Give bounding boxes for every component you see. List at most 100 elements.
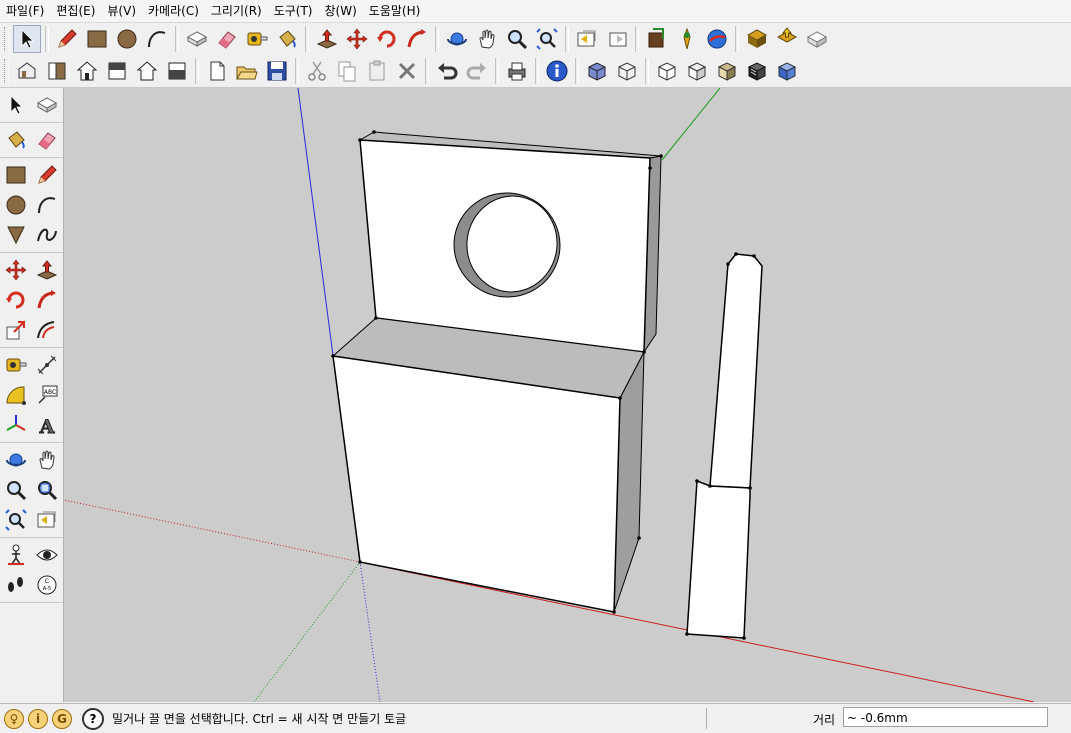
eraser-icon[interactable] [33,125,61,155]
print-icon[interactable] [503,57,531,85]
redo-icon[interactable] [463,57,491,85]
zoom-extents-icon[interactable] [533,25,561,53]
instructor-help-icon[interactable]: ? [82,707,104,730]
rotate-icon[interactable] [373,25,401,53]
3d-text-icon[interactable]: A [33,410,61,440]
menu-item-7[interactable]: 도움말(H) [363,1,427,21]
menu-item-3[interactable]: 카메라(C) [142,1,205,21]
follow-me-icon[interactable] [33,285,61,315]
hidden-line-style-icon[interactable] [653,57,681,85]
scale-icon[interactable] [2,315,30,345]
toolbar-grip[interactable] [4,59,9,83]
monochrome-style-icon[interactable] [743,57,771,85]
tape-measure-icon[interactable] [243,25,271,53]
push-pull-icon[interactable] [33,255,61,285]
follow-me-icon[interactable] [403,25,431,53]
3d-modeling-viewport[interactable] [64,88,1071,702]
toolbar-separator [45,26,49,52]
menu-item-2[interactable]: 뷰(V) [101,1,142,21]
user-account-icon[interactable]: G [52,708,72,729]
front-view-icon[interactable] [73,57,101,85]
axes-icon[interactable] [2,410,30,440]
menu-item-1[interactable]: 편집(E) [50,1,101,21]
measurement-input[interactable]: ~ -0.6mm [843,707,1048,727]
zoom-window-icon[interactable] [33,475,61,505]
delete-x-icon[interactable] [393,57,421,85]
pan-hand-icon[interactable] [473,25,501,53]
paint-bucket-icon[interactable] [273,25,301,53]
zoom-icon[interactable] [2,475,30,505]
right-view-icon[interactable] [103,57,131,85]
make-component-icon[interactable] [183,25,211,53]
shaded-texture-style-icon[interactable] [713,57,741,85]
share-component-icon[interactable] [803,25,831,53]
model-scene[interactable] [64,88,1071,702]
select-arrow-icon[interactable] [2,90,30,120]
move-icon[interactable] [343,25,371,53]
previous-view-icon[interactable] [33,505,61,535]
xray-style-icon[interactable] [583,57,611,85]
undo-icon[interactable] [433,57,461,85]
offset-icon[interactable] [33,315,61,345]
menu-item-6[interactable]: 창(W) [319,1,363,21]
menu-item-0[interactable]: 파일(F) [0,1,50,21]
credits-info-icon[interactable]: i [28,708,48,729]
circle-icon[interactable] [2,190,30,220]
orbit-icon[interactable] [2,445,30,475]
circle-icon[interactable] [113,25,141,53]
back-view-icon[interactable] [133,57,161,85]
dimension-icon[interactable] [33,350,61,380]
section-plane-icon[interactable]: C A-5 [33,570,61,600]
previous-view-icon[interactable] [573,25,601,53]
cut-scissors-icon[interactable] [303,57,331,85]
look-around-icon[interactable] [33,540,61,570]
menu-item-4[interactable]: 그리기(R) [205,1,268,21]
protractor-icon[interactable] [2,380,30,410]
pan-hand-icon[interactable] [33,445,61,475]
left-view-icon[interactable] [163,57,191,85]
paste-icon[interactable] [363,57,391,85]
move-icon[interactable] [2,255,30,285]
arc-icon[interactable] [143,25,171,53]
share-model-icon[interactable] [773,25,801,53]
orbit-icon[interactable] [443,25,471,53]
make-component-icon[interactable] [33,90,61,120]
text-label-icon[interactable]: ABC [33,380,61,410]
walk-icon[interactable] [2,570,30,600]
top-view-icon[interactable] [43,57,71,85]
open-folder-icon[interactable] [233,57,261,85]
green-axis-line [661,88,721,161]
push-pull-icon[interactable] [313,25,341,53]
toggle-terrain-icon[interactable] [673,25,701,53]
tape-measure-icon[interactable] [2,350,30,380]
rectangle-icon[interactable] [2,160,30,190]
xray-blue-style-icon[interactable] [773,57,801,85]
pencil-line-icon[interactable] [33,160,61,190]
new-file-icon[interactable] [203,57,231,85]
pencil-line-icon[interactable] [53,25,81,53]
rectangle-icon[interactable] [83,25,111,53]
iso-view-icon[interactable] [13,57,41,85]
next-view-icon[interactable] [603,25,631,53]
zoom-extents-icon[interactable] [2,505,30,535]
copy-icon[interactable] [333,57,361,85]
menu-item-5[interactable]: 도구(T) [268,1,319,21]
get-models-icon[interactable] [743,25,771,53]
paint-bucket-icon[interactable] [2,125,30,155]
freehand-icon[interactable] [33,220,61,250]
polygon-icon[interactable] [2,220,30,250]
position-camera-icon[interactable] [2,540,30,570]
model-info-icon[interactable] [543,57,571,85]
select-arrow-icon[interactable] [13,25,41,53]
wireframe-style-icon[interactable] [613,57,641,85]
eraser-icon[interactable] [213,25,241,53]
zoom-icon[interactable] [503,25,531,53]
shaded-style-icon[interactable] [683,57,711,85]
save-disk-icon[interactable] [263,57,291,85]
toolbar-grip[interactable] [4,27,9,51]
add-location-icon[interactable] [643,25,671,53]
arc-icon[interactable] [33,190,61,220]
google-earth-icon[interactable] [703,25,731,53]
geo-location-icon[interactable]: ♀ [4,708,24,729]
rotate-icon[interactable] [2,285,30,315]
